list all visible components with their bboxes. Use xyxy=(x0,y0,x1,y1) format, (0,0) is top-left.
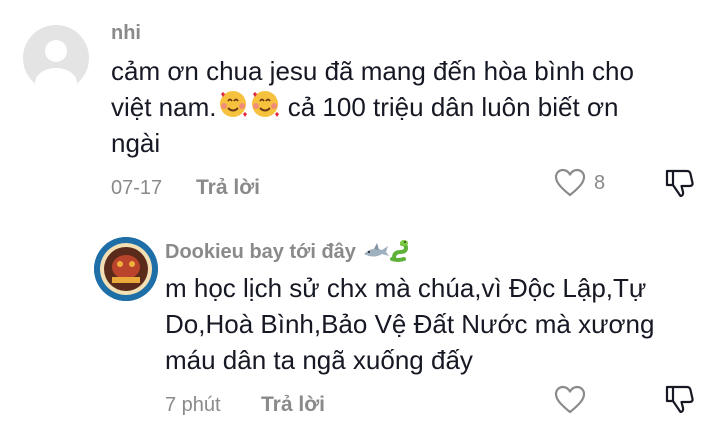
reply-reply-button[interactable]: Trả lời xyxy=(261,393,325,417)
reply-text-line: Do,Hoà Bình,Bảo Vệ Đất Nước mà xương xyxy=(165,309,655,339)
dislike-icon[interactable] xyxy=(663,383,695,420)
reply-avatar[interactable] xyxy=(94,237,158,301)
smiling-face-with-hearts-icon xyxy=(217,88,249,130)
reply-username-text: Dookieu bay tới đây xyxy=(165,241,356,263)
reply-text-line: m học lịch sử chx mà chúa,vì Độc Lập,Tự xyxy=(165,273,647,303)
reply-time: 7 phút xyxy=(165,394,221,416)
avatar[interactable] xyxy=(23,25,89,91)
heart-icon[interactable] xyxy=(554,385,586,420)
shark-icon xyxy=(362,242,390,268)
smiling-face-with-hearts-icon xyxy=(249,88,281,130)
comment-text-line: ngài xyxy=(111,128,161,158)
dislike-icon[interactable] xyxy=(663,167,695,204)
comment-text-line: cảm ơn chua jesu đã mang đến hòa bình ch… xyxy=(111,56,634,86)
comment-date: 07-17 xyxy=(111,177,163,199)
like-count: 8 xyxy=(594,172,606,194)
reply-button[interactable]: Trả lời xyxy=(196,176,260,200)
comment-text-line: việt nam. cả 100 triệu dân luôn biết ơn xyxy=(111,88,618,130)
comment-username[interactable]: nhi xyxy=(111,22,141,45)
comment-text-segment: cả 100 triệu dân luôn biết ơn xyxy=(280,92,619,122)
heart-icon[interactable] xyxy=(554,168,586,203)
reply-text-line: máu dân ta ngã xuống đấy xyxy=(165,345,473,375)
comment-text-segment: việt nam. xyxy=(111,92,217,122)
snake-icon xyxy=(389,238,414,268)
reply-username[interactable]: Dookieu bay tới đây xyxy=(165,238,414,268)
